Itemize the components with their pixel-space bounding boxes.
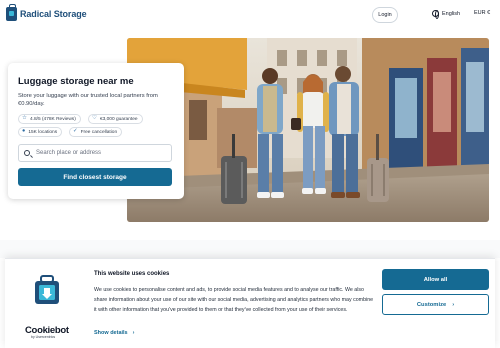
page: Radical Storage Login English EUR € Lugg…	[0, 0, 500, 348]
shield-icon: ♡	[92, 115, 97, 122]
brand-logo[interactable]: Radical Storage	[6, 4, 87, 21]
hero-title: Luggage storage near me	[18, 76, 134, 87]
top-navbar: Radical Storage Login English EUR €	[0, 0, 500, 30]
guarantee-chip-label: €3,000 guarantee	[99, 116, 138, 122]
section-divider	[0, 240, 500, 258]
brand-name: Radical Storage	[20, 9, 87, 19]
show-details-label: Show details	[94, 330, 128, 336]
customize-label: Customize	[416, 301, 447, 308]
cookie-title: This website uses cookies	[94, 271, 170, 277]
hero-subtitle: Store your luggage with our trusted loca…	[18, 93, 158, 107]
cookie-banner: Cookiebot by Usercentrics This website u…	[5, 258, 495, 348]
rating-chip: ☆ 4.8/5 (478K Reviews)	[18, 114, 81, 124]
cookie-body: We use cookies to personalise content an…	[94, 287, 374, 313]
find-storage-button[interactable]: Find closest storage	[18, 168, 172, 186]
star-icon: ☆	[22, 115, 27, 122]
suitcase-logo-icon	[35, 275, 59, 304]
language-label: English	[442, 10, 461, 17]
allow-all-button[interactable]: Allow all	[382, 269, 489, 290]
login-button[interactable]: Login	[372, 7, 398, 23]
customize-button[interactable]: Customize ›	[382, 294, 489, 315]
chevron-right-icon: ›	[132, 330, 135, 336]
search-placeholder: Search place or address	[36, 150, 102, 156]
search-input[interactable]: Search place or address	[18, 144, 172, 162]
guarantee-chip: ♡ €3,000 guarantee	[88, 114, 143, 124]
suitcase-logo-icon	[6, 4, 17, 21]
language-selector[interactable]: English	[432, 10, 461, 19]
check-icon: ✓	[73, 128, 78, 135]
search-icon	[24, 150, 30, 156]
chevron-right-icon: ›	[452, 301, 455, 308]
cancellation-chip: ✓ Free cancellation	[69, 127, 123, 137]
rating-chip-label: 4.8/5 (478K Reviews)	[29, 116, 76, 122]
search-card: Luggage storage near me Store your lugga…	[8, 63, 184, 199]
show-details-link[interactable]: Show details ›	[94, 330, 134, 336]
cookiebot-logo: Cookiebot by Usercentrics	[25, 325, 69, 339]
locations-chip: ● 15K locations	[18, 127, 63, 137]
globe-icon	[432, 10, 439, 19]
currency-selector[interactable]: EUR €	[474, 10, 490, 16]
locations-chip-label: 15K locations	[28, 129, 58, 135]
cancellation-chip-label: Free cancellation	[80, 129, 118, 135]
globe-icon: ●	[22, 128, 26, 135]
